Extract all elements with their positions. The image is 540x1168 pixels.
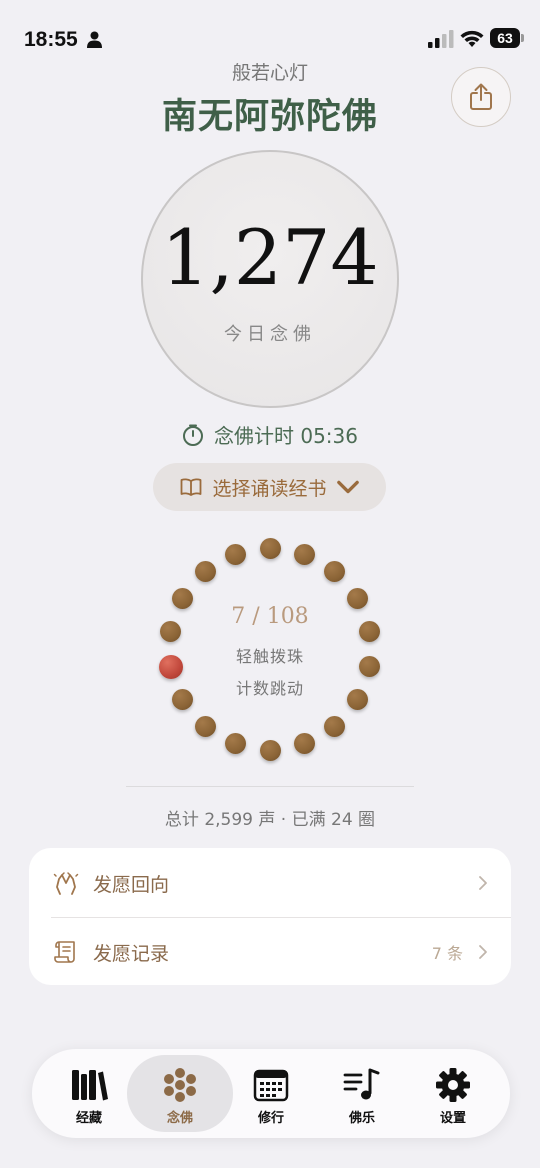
tap-counter[interactable]: 1,274 今日念佛 xyxy=(141,150,399,408)
music-list-icon xyxy=(343,1068,380,1100)
vow-dedication-row[interactable]: 发愿回向 xyxy=(29,849,511,917)
chevron-right-icon xyxy=(479,876,487,890)
bead-hint-line2: 计数跳动 xyxy=(235,679,304,698)
book-icon xyxy=(181,478,202,496)
battery-level: 63 xyxy=(490,28,520,48)
tab-bar: 经藏 念佛 修行 佛乐 设置 xyxy=(32,1049,510,1138)
calendar-icon xyxy=(253,1069,289,1102)
total-stats: 总计 2,599 声 · 已满 24 圈 xyxy=(164,810,376,830)
praying-hands-icon xyxy=(53,872,79,895)
bead[interactable] xyxy=(324,715,346,737)
chevron-right-icon xyxy=(479,945,487,959)
bead[interactable] xyxy=(259,537,281,559)
bead[interactable] xyxy=(259,739,281,761)
today-count-label: 今日念佛 xyxy=(224,324,316,345)
battery-indicator: 63 xyxy=(490,28,524,48)
bead[interactable] xyxy=(294,733,316,755)
vow-dedication-label: 发愿回向 xyxy=(93,873,170,896)
select-scripture-label: 选择诵读经书 xyxy=(212,477,327,500)
bead-progress: 7 / 108 xyxy=(231,604,309,629)
select-scripture-button[interactable]: 选择诵读经书 xyxy=(153,463,386,511)
chant-timer: 念佛计时 05:36 xyxy=(0,420,540,449)
bead[interactable] xyxy=(294,543,316,565)
bead[interactable] xyxy=(324,561,346,583)
tab-settings[interactable]: 设置 xyxy=(400,1055,506,1132)
wifi-icon xyxy=(460,30,484,47)
vow-records-label: 发愿记录 xyxy=(93,942,170,965)
share-icon xyxy=(470,83,492,110)
timer-icon xyxy=(183,424,203,446)
gear-icon xyxy=(436,1068,470,1102)
chevron-down-icon xyxy=(336,480,359,494)
vow-card: 发愿回向 发愿记录 7 条 xyxy=(29,848,511,985)
share-button[interactable] xyxy=(451,67,511,127)
vow-records-row[interactable]: 发愿记录 7 条 xyxy=(29,918,511,986)
today-count: 1,274 xyxy=(161,213,379,302)
bead[interactable] xyxy=(224,543,246,565)
person-icon xyxy=(87,31,102,48)
status-time: 18:55 xyxy=(24,28,78,51)
tab-settings-label: 设置 xyxy=(439,1111,466,1126)
divider xyxy=(126,786,414,787)
signal-icon xyxy=(428,30,454,48)
books-icon xyxy=(72,1070,108,1101)
beads-icon xyxy=(164,1068,196,1102)
bead[interactable] xyxy=(194,561,216,583)
scroll-icon xyxy=(54,941,75,963)
vow-records-count: 7 条 xyxy=(431,944,463,963)
bead[interactable] xyxy=(194,715,216,737)
timer-text: 念佛计时 05:36 xyxy=(214,424,358,448)
bead-hint-line1: 轻触拨珠 xyxy=(235,647,304,666)
bead[interactable] xyxy=(224,733,246,755)
